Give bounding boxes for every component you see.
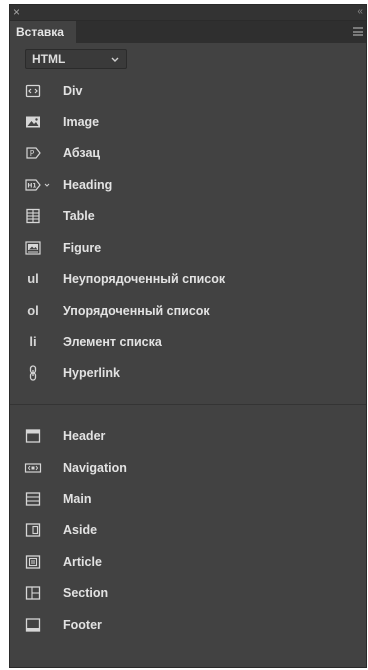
insert-item-unordered-list[interactable]: ul Неупорядоченный список <box>10 266 366 292</box>
insert-item-label: Header <box>63 429 106 443</box>
list-item-icon: li <box>29 334 37 349</box>
insert-item-section[interactable]: Section <box>10 580 366 606</box>
aside-icon <box>25 523 41 537</box>
heading-icon: H1 <box>25 179 50 191</box>
insert-item-label: Aside <box>63 523 98 537</box>
insert-item-label: Hyperlink <box>63 366 120 380</box>
article-icon <box>25 555 41 569</box>
hyperlink-icon <box>29 365 37 381</box>
insert-item-heading[interactable]: H1 Heading <box>10 172 366 198</box>
insert-item-image[interactable]: Image <box>10 109 366 135</box>
insert-item-aside[interactable]: Aside <box>10 517 366 543</box>
insert-item-navigation[interactable]: Navigation <box>10 455 366 481</box>
paragraph-icon: P <box>26 147 41 159</box>
collapse-icon[interactable]: ‹‹ <box>357 6 363 18</box>
insert-item-label: Main <box>63 492 92 506</box>
svg-text:H1: H1 <box>27 183 36 190</box>
insert-item-paragraph[interactable]: P Абзац <box>10 140 366 166</box>
insert-item-main[interactable]: Main <box>10 486 366 512</box>
insert-item-label: Section <box>63 586 109 600</box>
image-icon <box>26 116 40 128</box>
insert-item-footer[interactable]: Footer <box>10 612 366 638</box>
panel-menu-icon[interactable] <box>353 27 363 36</box>
insert-item-label: Table <box>63 209 95 223</box>
insert-item-div[interactable]: Div <box>10 78 366 104</box>
insert-item-label: Неупорядоченный список <box>63 272 226 286</box>
unordered-list-icon: ul <box>27 271 39 286</box>
main-icon <box>25 492 41 506</box>
section-icon <box>25 586 41 600</box>
insert-item-label: Article <box>63 555 102 569</box>
insert-item-label: Элемент списка <box>63 335 162 349</box>
category-select-value: HTML <box>32 52 66 66</box>
tab-insert[interactable]: Вставка <box>10 21 76 43</box>
insert-panel: × ‹‹ Вставка HTML Div Image P Абзац H1 H… <box>9 4 367 668</box>
insert-item-ordered-list[interactable]: ol Упорядоченный список <box>10 298 366 324</box>
close-icon[interactable]: × <box>13 5 20 19</box>
chevron-down-icon <box>111 57 119 62</box>
insert-item-hyperlink[interactable]: Hyperlink <box>10 360 366 386</box>
insert-item-list-item[interactable]: li Элемент списка <box>10 329 366 355</box>
header-icon <box>25 429 41 443</box>
category-select[interactable]: HTML <box>25 49 127 69</box>
insert-item-label: Div <box>63 84 83 98</box>
panel-tabbar: Вставка <box>10 21 366 43</box>
figure-icon <box>25 241 41 255</box>
navigation-icon <box>24 463 42 473</box>
footer-icon <box>25 618 41 632</box>
insert-item-header[interactable]: Header <box>10 423 366 449</box>
svg-text:P: P <box>30 149 35 158</box>
insert-item-label: Navigation <box>63 461 127 475</box>
insert-item-label: Footer <box>63 618 102 632</box>
insert-item-label: Heading <box>63 178 113 192</box>
panel-titlebar: × ‹‹ <box>10 5 366 21</box>
insert-item-article[interactable]: Article <box>10 549 366 575</box>
section-divider <box>10 404 366 405</box>
div-tag-icon <box>25 84 41 98</box>
insert-item-label: Figure <box>63 241 102 255</box>
insert-item-label: Image <box>63 115 100 129</box>
table-icon <box>26 208 40 224</box>
ordered-list-icon: ol <box>27 303 39 318</box>
insert-item-table[interactable]: Table <box>10 203 366 229</box>
insert-item-label: Упорядоченный список <box>63 304 210 318</box>
insert-item-label: Абзац <box>63 146 101 160</box>
insert-item-figure[interactable]: Figure <box>10 235 366 261</box>
